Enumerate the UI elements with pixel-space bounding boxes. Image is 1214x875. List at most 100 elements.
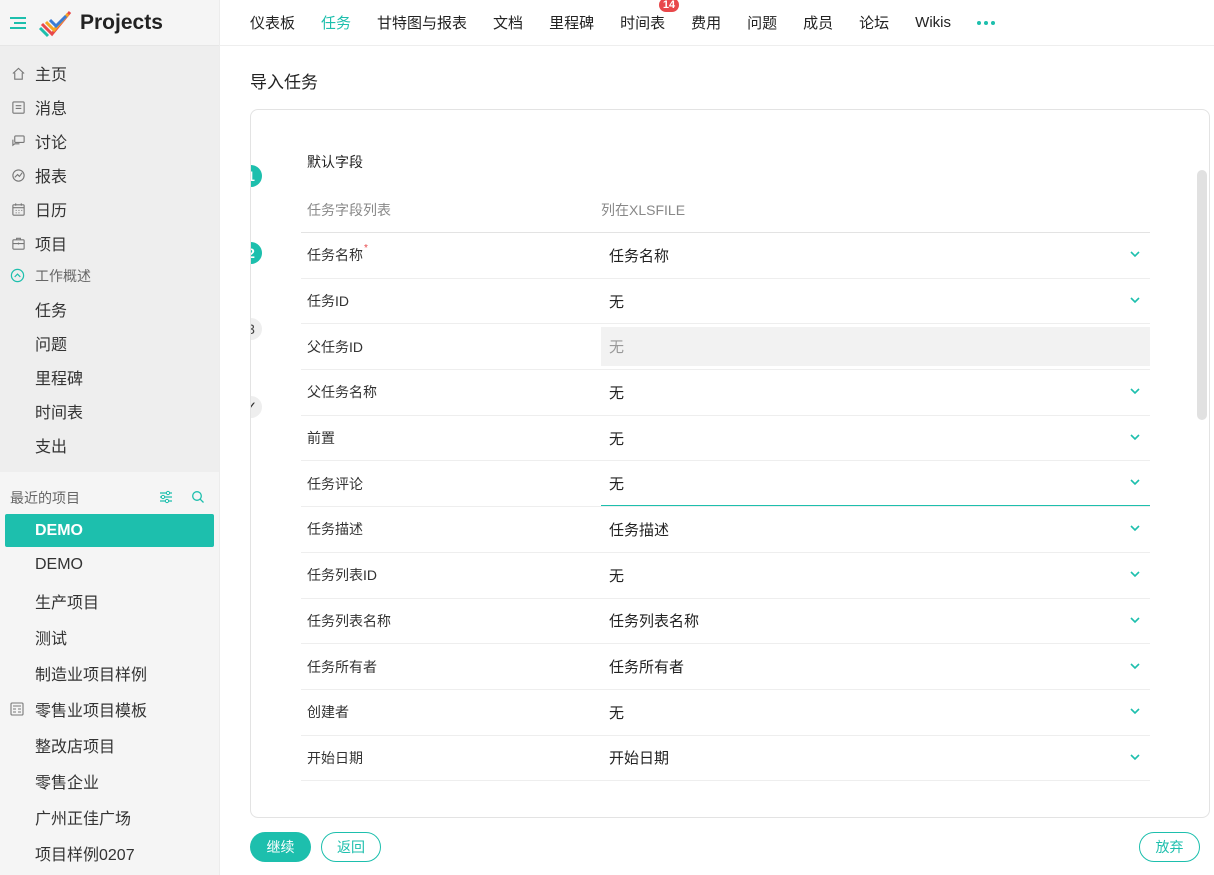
step-2: 2 (251, 242, 262, 264)
column-select[interactable]: 无 (601, 279, 1150, 324)
tab-10[interactable]: Wikis (915, 14, 951, 31)
work-overview-header[interactable]: 工作概述 (0, 260, 219, 292)
column-select[interactable]: 任务列表名称 (601, 599, 1150, 644)
select-value: 无 (609, 384, 625, 402)
work-overview-item[interactable]: 里程碑 (0, 360, 219, 394)
recent-project-item[interactable]: DEMO (5, 514, 214, 547)
recent-project-label: 广州正佳广场 (35, 811, 132, 828)
sidebar-item-2[interactable]: 讨论 (0, 124, 219, 158)
tab-label: Wikis (915, 14, 951, 31)
sidebar-item-5[interactable]: 项目 (0, 226, 219, 260)
sidebar-item-label: 项目 (35, 237, 68, 254)
recent-project-item[interactable]: 制造业项目样例 (0, 655, 219, 691)
chevron-down-icon[interactable] (1130, 250, 1140, 258)
chevron-down-icon[interactable] (1130, 707, 1140, 715)
tab-label: 任务 (321, 15, 352, 32)
chevron-down-icon[interactable] (1130, 478, 1140, 486)
tab-9[interactable]: 论坛 (859, 12, 889, 33)
tab-0[interactable]: 仪表板 (250, 12, 295, 33)
recent-project-item[interactable]: DEMO (0, 547, 219, 583)
recent-project-item[interactable]: 项目样例0207 (0, 835, 219, 871)
column-select[interactable]: 无 (601, 461, 1150, 507)
recent-project-item[interactable]: 零售业项目模板 (0, 691, 219, 727)
select-value: 无 (609, 567, 625, 585)
filter-settings-icon[interactable] (159, 490, 173, 504)
recent-project-label: 整改店项目 (35, 739, 116, 756)
chevron-down-icon[interactable] (1130, 387, 1140, 395)
template-icon (10, 702, 24, 716)
chevron-down-icon[interactable] (1130, 524, 1140, 532)
column-select[interactable]: 任务名称 (601, 233, 1150, 278)
continue-button[interactable]: 继续 (250, 832, 311, 862)
chevron-down-icon[interactable] (1130, 616, 1140, 624)
tab-8[interactable]: 成员 (803, 12, 833, 33)
menu-toggle-icon[interactable] (10, 15, 26, 31)
chevron-down-icon[interactable] (1130, 570, 1140, 578)
recent-project-label: 零售企业 (35, 775, 100, 792)
column-select[interactable]: 无 (601, 370, 1150, 415)
column-select[interactable]: 无 (601, 416, 1150, 461)
work-overview-item[interactable]: 问题 (0, 326, 219, 360)
discard-button[interactable]: 放弃 (1139, 832, 1200, 862)
column-select[interactable]: 无 (601, 690, 1150, 735)
sidebar-item-label: 报表 (35, 169, 68, 186)
work-overview-item[interactable]: 任务 (0, 292, 219, 326)
field-label: 任务ID (307, 291, 349, 311)
recent-project-item[interactable]: 生产项目 (0, 583, 219, 619)
field-label-text: 任务列表ID (307, 567, 377, 584)
field-label-text: 任务ID (307, 293, 349, 310)
brand-bar: Projects (0, 0, 219, 46)
collapse-circle-icon[interactable] (10, 268, 26, 284)
recent-projects-title: 最近的项目 (10, 490, 80, 506)
recent-project-item[interactable]: 测试 (0, 619, 219, 655)
sidebar-item-1[interactable]: 消息 (0, 90, 219, 124)
tab-7[interactable]: 问题 (747, 12, 777, 33)
scrollbar[interactable] (1197, 170, 1207, 420)
tab-6[interactable]: 费用 (691, 12, 721, 33)
field-label-text: 任务评论 (307, 475, 363, 492)
field-label: 开始日期 (307, 748, 363, 768)
chevron-down-icon[interactable] (1130, 753, 1140, 761)
tab-3[interactable]: 文档 (493, 12, 523, 33)
step-done-check: ✓ (251, 396, 262, 418)
step-indicator: 1 2 3 ✓ (251, 110, 291, 430)
search-icon[interactable] (191, 490, 205, 504)
tab-label: 甘特图与报表 (377, 15, 468, 32)
table-row: 任务描述 任务描述 (301, 507, 1150, 553)
recent-project-item[interactable]: 零售企业 (0, 763, 219, 799)
page-title: 导入任务 (250, 73, 318, 92)
tab-1[interactable]: 任务 (321, 12, 351, 33)
sidebar-item-3[interactable]: 报表 (0, 158, 219, 192)
more-tabs-icon[interactable] (976, 20, 995, 25)
work-overview-title: 工作概述 (35, 268, 91, 284)
field-label: 任务所有者 (307, 657, 377, 677)
recent-project-item[interactable]: 广州正佳广场 (0, 799, 219, 835)
select-value: 无 (609, 430, 625, 448)
calendar-icon (10, 201, 26, 217)
chevron-down-icon[interactable] (1130, 296, 1140, 304)
sidebar-item-0[interactable]: 主页 (0, 56, 219, 90)
recent-project-label: 零售业项目模板 (35, 703, 148, 720)
required-marker: * (364, 243, 368, 255)
chevron-down-icon[interactable] (1130, 433, 1140, 441)
field-label: 父任务名称 (307, 382, 377, 402)
back-button[interactable]: 返回 (321, 832, 381, 862)
column-select[interactable]: 任务描述 (601, 507, 1150, 552)
work-overview-item[interactable]: 支出 (0, 428, 219, 462)
column-select[interactable]: 任务所有者 (601, 644, 1150, 689)
field-label: 父任务ID (307, 337, 363, 357)
recent-project-item[interactable]: 整改店项目 (0, 727, 219, 763)
select-value: 无 (609, 704, 625, 722)
select-value: 开始日期 (609, 750, 670, 768)
tab-5[interactable]: 时间表 14 (620, 0, 680, 33)
work-overview-item[interactable]: 时间表 (0, 394, 219, 428)
field-label: 任务列表ID (307, 565, 377, 585)
tab-2[interactable]: 甘特图与报表 (377, 12, 467, 33)
sidebar-item-4[interactable]: 日历 (0, 192, 219, 226)
table-row: 任务列表ID 无 (301, 553, 1150, 599)
step-3: 3 (251, 318, 262, 340)
column-select[interactable]: 开始日期 (601, 736, 1150, 781)
tab-4[interactable]: 里程碑 (549, 12, 594, 33)
column-select[interactable]: 无 (601, 553, 1150, 598)
chevron-down-icon[interactable] (1130, 662, 1140, 670)
